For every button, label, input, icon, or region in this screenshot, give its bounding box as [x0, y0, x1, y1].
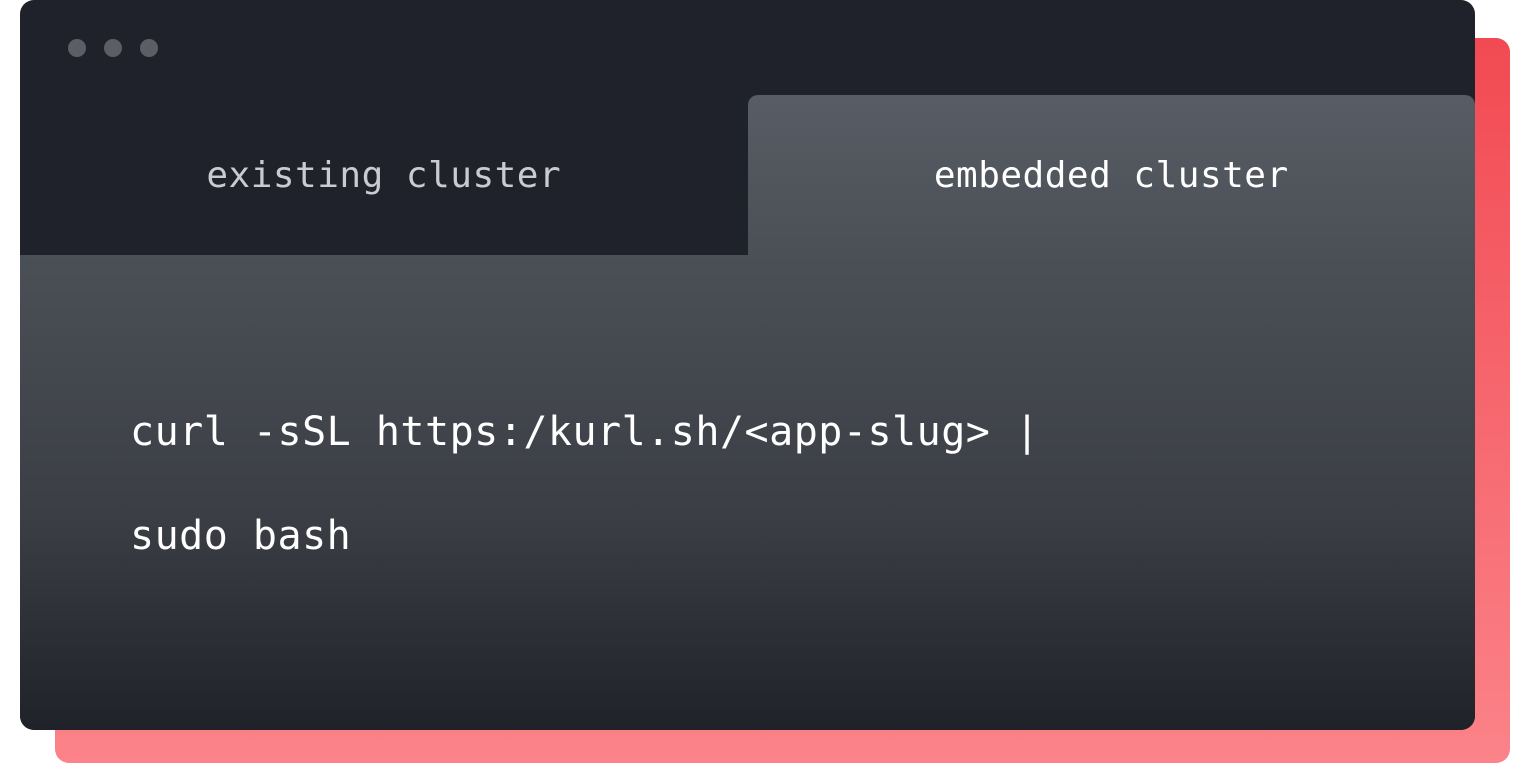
- tab-existing-cluster[interactable]: existing cluster: [20, 95, 748, 255]
- tab-embedded-cluster[interactable]: embedded cluster: [748, 95, 1476, 255]
- terminal-window: existing cluster embedded cluster curl -…: [20, 0, 1475, 730]
- window-control-maximize-icon[interactable]: [140, 39, 158, 57]
- code-block[interactable]: curl -sSL https:/kurl.sh/<app-slug> | su…: [130, 380, 1365, 588]
- window-titlebar: [20, 0, 1475, 95]
- tab-bar: existing cluster embedded cluster: [20, 95, 1475, 255]
- window-control-close-icon[interactable]: [68, 39, 86, 57]
- code-line-2: sudo bash: [130, 513, 351, 559]
- window-control-minimize-icon[interactable]: [104, 39, 122, 57]
- terminal-content: curl -sSL https:/kurl.sh/<app-slug> | su…: [20, 255, 1475, 730]
- code-line-1: curl -sSL https:/kurl.sh/<app-slug> |: [130, 409, 1040, 455]
